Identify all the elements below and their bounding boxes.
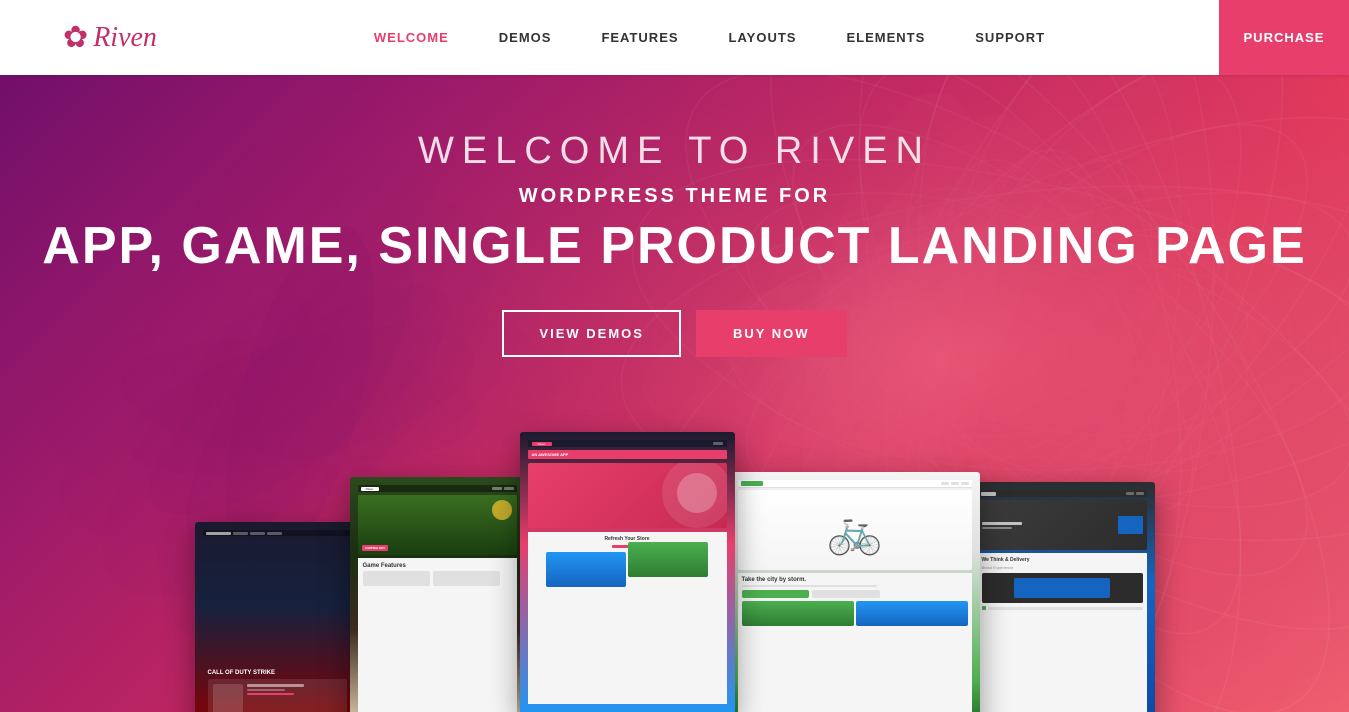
demo-card-4[interactable]: 🚲 Take the city by storm. (730, 472, 980, 712)
main-nav: WELCOME DEMOS FEATURES LAYOUTS ELEMENTS … (200, 30, 1219, 45)
nav-features[interactable]: FEATURES (601, 30, 678, 45)
hero-title-text: APP, GAME, SINGLE PRODUCT LANDING PAGE (42, 218, 1306, 275)
nav-demos[interactable]: DEMOS (499, 30, 552, 45)
header: ✿ Riven WELCOME DEMOS FEATURES LAYOUTS E… (0, 0, 1349, 75)
demo-card-3[interactable]: Riven AN AWESOME APP Refresh Your Store (520, 432, 735, 712)
demo-screenshots-strip: CALL OF DUTY STRIKE Riven (0, 432, 1349, 712)
logo-area[interactable]: ✿ Riven (0, 20, 200, 55)
hero-subtitle-text: WORDPRESS THEME FOR (42, 185, 1306, 208)
hero-content: WELCOME TO RIVEN WORDPRESS THEME FOR APP… (42, 130, 1306, 397)
hero-welcome-text: WELCOME TO RIVEN (42, 130, 1306, 173)
purchase-button[interactable]: PURCHASE (1219, 0, 1349, 75)
nav-layouts[interactable]: LAYOUTS (729, 30, 797, 45)
logo-text: Riven (93, 22, 157, 54)
demo-card-2[interactable]: Riven JUMPING SKY Game Features (350, 477, 525, 712)
hero-cta-buttons: VIEW DEMOS BUY NOW (42, 310, 1306, 357)
logo-flower-icon: ✿ (63, 20, 88, 55)
nav-welcome[interactable]: WELCOME (374, 30, 449, 45)
nav-elements[interactable]: ELEMENTS (846, 30, 925, 45)
view-demos-button[interactable]: VIEW DEMOS (502, 310, 681, 357)
demo-card-5[interactable]: We Think & Delivery Brand Experience (970, 482, 1155, 712)
hero-section: WELCOME TO RIVEN WORDPRESS THEME FOR APP… (0, 0, 1349, 712)
demo-card-1[interactable]: CALL OF DUTY STRIKE (195, 522, 360, 712)
buy-now-button[interactable]: BUY NOW (696, 310, 847, 357)
nav-support[interactable]: SUPPORT (975, 30, 1045, 45)
